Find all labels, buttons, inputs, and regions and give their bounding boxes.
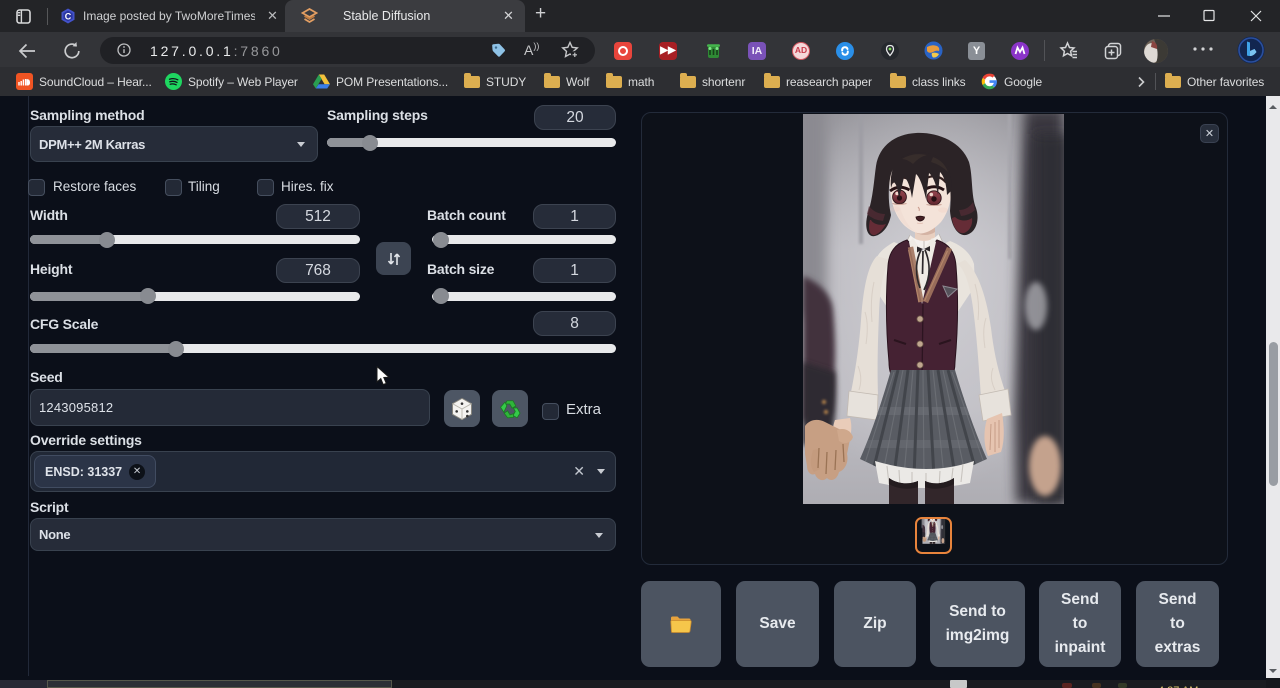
svg-text:C: C xyxy=(65,11,72,21)
